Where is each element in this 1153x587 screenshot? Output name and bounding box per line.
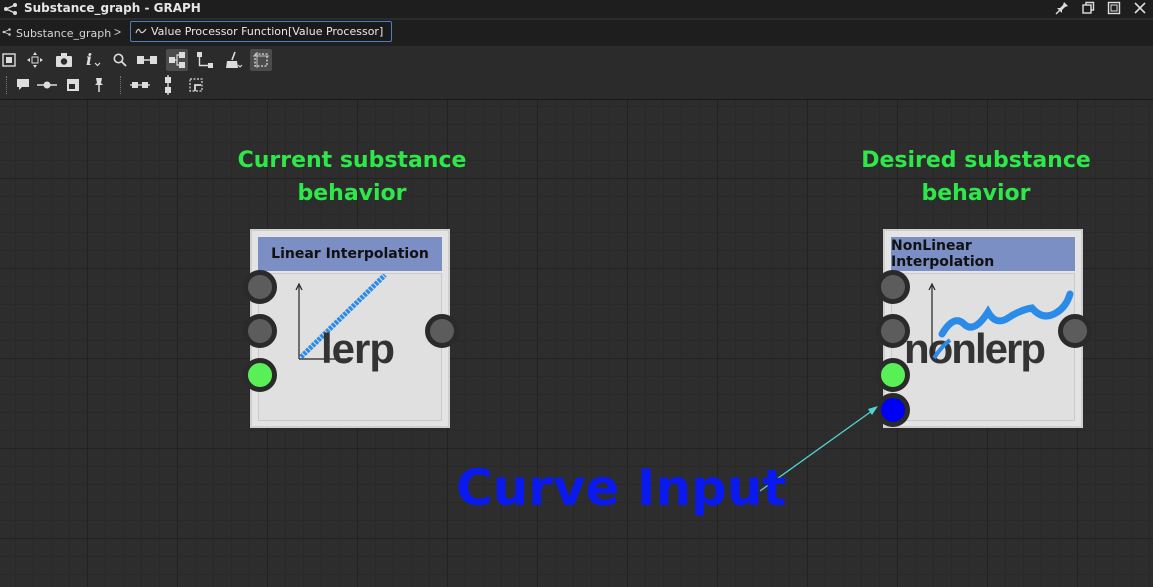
dot-icon[interactable]: [36, 74, 58, 96]
camera-icon[interactable]: [53, 49, 75, 71]
input-port-3[interactable]: [876, 358, 910, 392]
info-icon[interactable]: i: [83, 49, 105, 71]
pin-node-icon[interactable]: [88, 74, 110, 96]
search-icon[interactable]: [109, 49, 131, 71]
breadcrumb-separator: >: [114, 25, 122, 39]
node-title: Linear Interpolation: [258, 237, 442, 271]
node-title: NonLinear Interpolation: [891, 237, 1075, 271]
graph-toolbar-primary: i: [0, 48, 1153, 73]
curve-input-callout: Curve Input: [456, 459, 787, 517]
align-horizontal-icon[interactable]: [129, 74, 151, 96]
desired-behavior-line2: behavior: [921, 181, 1031, 206]
window-controls: [1055, 1, 1147, 15]
input-port-2[interactable]: [243, 314, 277, 348]
connector-icon[interactable]: [194, 49, 216, 71]
desired-behavior-heading: Desired substance behavior: [856, 144, 1096, 210]
output-port[interactable]: [1058, 314, 1092, 348]
snap-icon[interactable]: [185, 74, 207, 96]
desired-behavior-line1: Desired substance: [861, 148, 1091, 173]
breadcrumb-root-label: Substance_graph: [16, 27, 112, 40]
input-port-2[interactable]: [876, 314, 910, 348]
frame-icon[interactable]: [62, 74, 84, 96]
curve-input-port[interactable]: [876, 393, 910, 427]
align-vertical-icon[interactable]: [157, 74, 179, 96]
node-link-icon[interactable]: [136, 49, 158, 71]
graph-icon: [3, 2, 19, 19]
graph-icon: [2, 27, 12, 40]
node-thumbnail: nonlerp: [891, 273, 1075, 421]
pin-icon[interactable]: [1055, 1, 1069, 15]
comment-icon[interactable]: [12, 74, 34, 96]
input-port-1[interactable]: [876, 270, 910, 304]
node-thumbnail: lerp: [258, 273, 442, 421]
window-title: Substance_graph - GRAPH: [24, 1, 201, 15]
frame-select-icon[interactable]: [250, 49, 272, 71]
svg-text:i: i: [86, 51, 92, 69]
toolbar-grip: [120, 76, 123, 94]
breadcrumb-current-label: Value Processor Function[Value Processor…: [151, 25, 384, 38]
graph-toolbar-secondary: [0, 73, 1153, 100]
move-icon[interactable]: [24, 49, 46, 71]
close-icon[interactable]: [1133, 1, 1147, 15]
current-behavior-line2: behavior: [297, 181, 407, 206]
fit-view-icon[interactable]: [0, 49, 20, 71]
output-port[interactable]: [425, 314, 459, 348]
breadcrumb-root[interactable]: Substance_graph: [2, 27, 111, 40]
window-titlebar: Substance_graph - GRAPH: [0, 0, 1153, 18]
current-behavior-heading: Current substance behavior: [230, 144, 474, 210]
function-icon: [135, 25, 147, 38]
toolbar-grip: [6, 76, 9, 94]
lerp-label: lerp: [321, 325, 395, 372]
hierarchy-icon[interactable]: [166, 49, 188, 71]
maximize-icon[interactable]: [1107, 1, 1121, 15]
current-behavior-line1: Current substance: [237, 148, 467, 173]
input-port-1[interactable]: [243, 270, 277, 304]
restore-icon[interactable]: [1081, 1, 1095, 15]
cleanup-icon[interactable]: [222, 49, 244, 71]
nonlinear-interpolation-node[interactable]: NonLinear Interpolation nonlerp: [883, 229, 1083, 428]
linear-interpolation-node[interactable]: Linear Interpolation lerp: [250, 229, 450, 428]
breadcrumb-current[interactable]: Value Processor Function[Value Processor…: [130, 21, 393, 42]
input-port-3[interactable]: [243, 358, 277, 392]
